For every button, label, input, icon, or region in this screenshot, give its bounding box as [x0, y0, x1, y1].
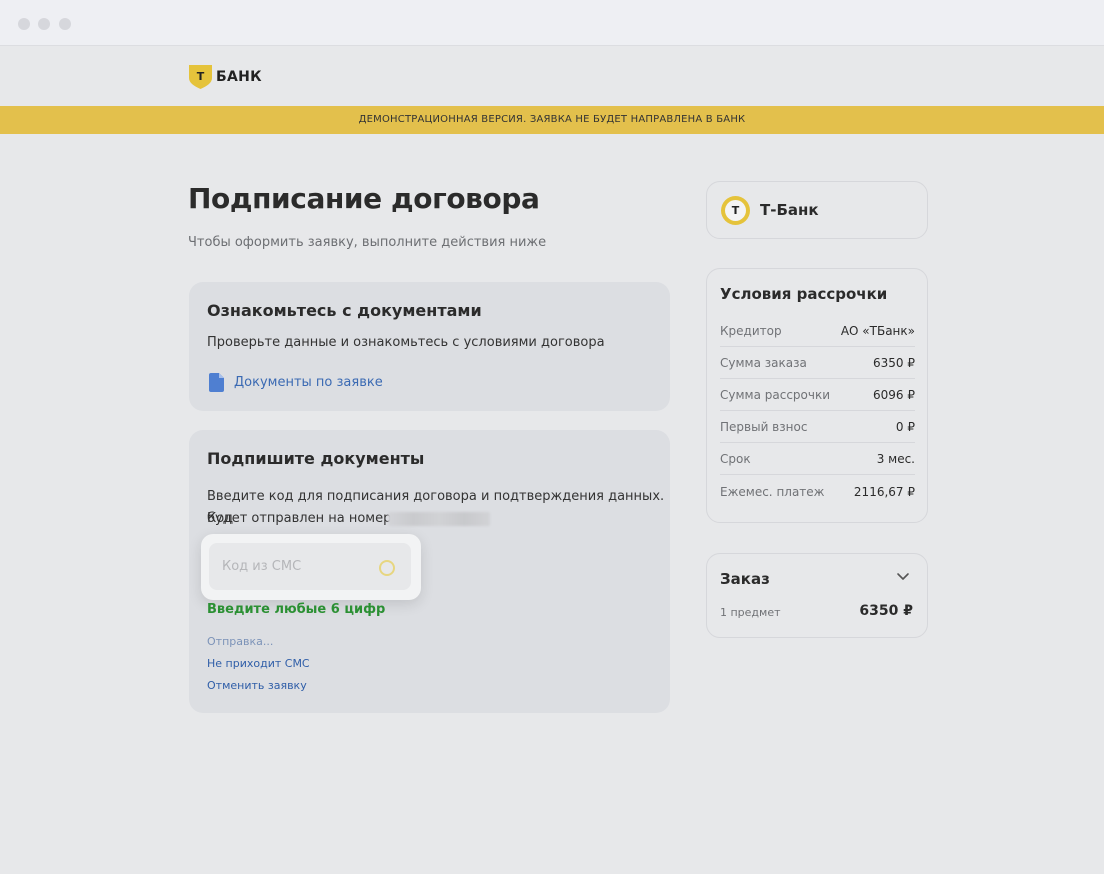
loading-spinner-icon [379, 560, 395, 576]
sign-card-title: Подпишите документы [207, 449, 425, 468]
terms-row: Ежемес. платеж 2116,67 ₽ [720, 476, 915, 508]
masked-phone-number [388, 512, 490, 526]
terms-label: Ежемес. платеж [720, 485, 825, 499]
sign-card: Подпишите документы Введите код для подп… [189, 430, 670, 713]
terms-label: Кредитор [720, 323, 782, 338]
order-card[interactable]: Заказ 1 предмет 6350 ₽ [706, 553, 928, 638]
documents-card-text: Проверьте данные и ознакомьтесь с услови… [207, 335, 605, 350]
terms-value: 2116,67 ₽ [853, 485, 915, 499]
terms-label: Первый взнос [720, 419, 808, 434]
bank-name: Т-Банк [760, 201, 819, 219]
bank-logo-letter: Т [725, 200, 746, 221]
terms-title: Условия рассрочки [720, 285, 888, 303]
window-minimize-dot[interactable] [38, 18, 50, 30]
logo-text: БАНК [216, 69, 262, 85]
sending-status: Отправка... [207, 635, 274, 648]
svg-text:Т: Т [197, 70, 205, 83]
sms-hint: Введите любые 6 цифр [207, 602, 386, 617]
browser-chrome [0, 0, 1104, 46]
documents-card-title: Ознакомьтесь с документами [207, 301, 482, 320]
documents-link[interactable]: Документы по заявке [209, 373, 383, 392]
terms-value: 0 ₽ [895, 419, 915, 434]
terms-row: Сумма заказа 6350 ₽ [720, 347, 915, 379]
sign-card-text-line2: будет отправлен на номер [207, 511, 392, 526]
bank-logo[interactable]: Т БАНК [189, 65, 262, 89]
documents-card: Ознакомьтесь с документами Проверьте дан… [189, 282, 670, 411]
document-icon [209, 373, 224, 392]
terms-label: Срок [720, 451, 751, 466]
page-title: Подписание договора [188, 182, 540, 215]
documents-link-label: Документы по заявке [234, 375, 383, 390]
terms-row: Сумма рассрочки 6096 ₽ [720, 379, 915, 411]
terms-value: 6350 ₽ [873, 355, 915, 370]
terms-value: 6096 ₽ [873, 387, 915, 402]
shield-logo-icon: Т [189, 65, 212, 89]
terms-value: 3 мес. [876, 451, 915, 466]
site-header: Т БАНК [0, 47, 1104, 106]
terms-row: Кредитор АО «ТБанк» [720, 315, 915, 347]
window-close-dot[interactable] [18, 18, 30, 30]
terms-value: АО «ТБанк» [840, 323, 915, 338]
terms-row: Срок 3 мес. [720, 443, 915, 475]
demo-banner: ДЕМОНСТРАЦИОННАЯ ВЕРСИЯ. ЗАЯВКА НЕ БУДЕТ… [0, 106, 1104, 134]
order-title: Заказ [720, 570, 770, 588]
installment-terms-card: Условия рассрочки Кредитор АО «ТБанк» Су… [706, 268, 928, 523]
bank-card: Т Т-Банк [706, 181, 928, 239]
terms-label: Сумма заказа [720, 355, 807, 370]
window-maximize-dot[interactable] [59, 18, 71, 30]
bank-round-logo-icon: Т [721, 196, 750, 225]
sms-code-popup [201, 534, 421, 600]
order-total: 6350 ₽ [859, 603, 913, 619]
no-sms-link[interactable]: Не приходит СМС [207, 657, 310, 670]
chevron-down-icon[interactable] [896, 572, 910, 582]
terms-row: Первый взнос 0 ₽ [720, 411, 915, 443]
page-subtitle: Чтобы оформить заявку, выполните действи… [188, 235, 547, 250]
terms-label: Сумма рассрочки [720, 387, 831, 402]
cancel-application-link[interactable]: Отменить заявку [207, 679, 307, 692]
order-item-count: 1 предмет [720, 606, 781, 619]
